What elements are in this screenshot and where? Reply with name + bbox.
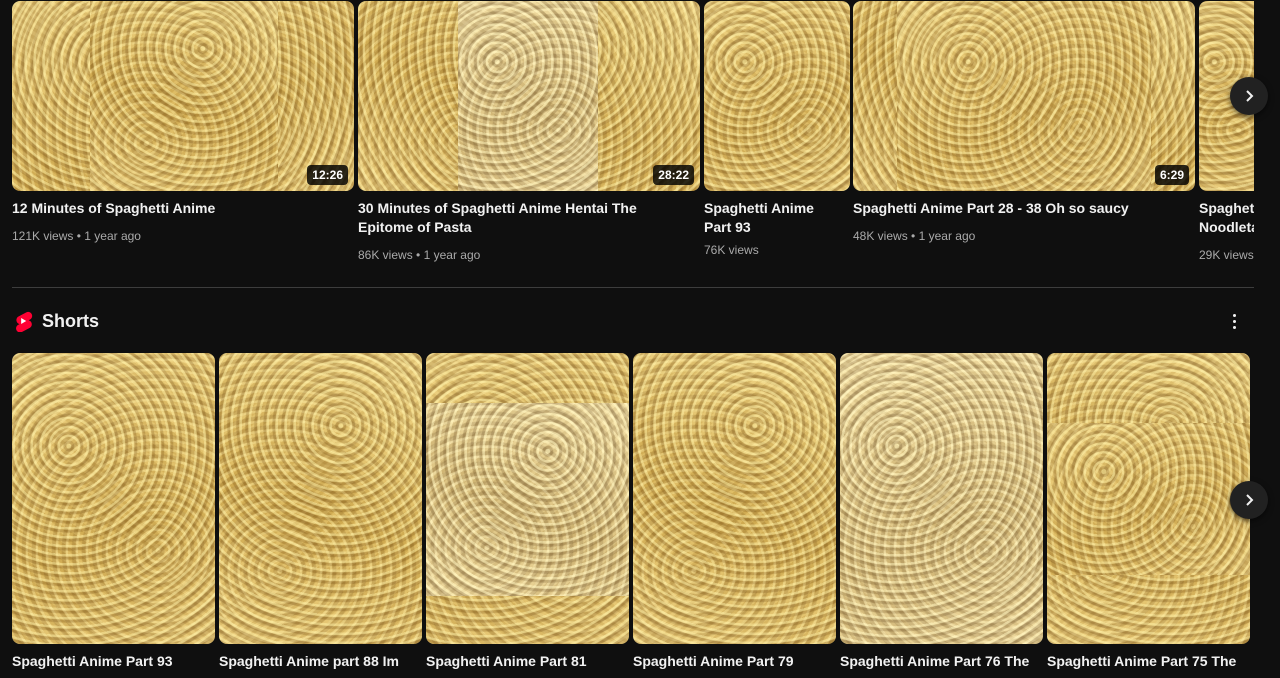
thumbnail-image <box>426 403 629 596</box>
duration-badge: 12:26 <box>307 165 348 185</box>
chevron-right-icon <box>1246 90 1254 102</box>
upload-age: 1 year ago <box>423 248 481 262</box>
short-title[interactable]: Spaghetti Anime Part 76 The <box>840 652 1040 671</box>
short-thumbnail[interactable] <box>12 353 215 644</box>
view-count: 48K views <box>853 229 908 243</box>
short-title[interactable]: Spaghetti Anime Part 93 <box>12 652 212 671</box>
video-meta: 76K views <box>704 242 759 258</box>
view-count: 76K views <box>704 243 759 257</box>
view-count: 121K views <box>12 229 74 243</box>
next-shorts-button[interactable] <box>1230 481 1268 519</box>
upload-age: 1 year ago <box>918 229 976 243</box>
video-thumbnail[interactable]: 28:22 <box>358 1 700 191</box>
video-title[interactable]: Spaghett Noodleta <box>1199 199 1254 237</box>
short-title[interactable]: Spaghetti Anime Part 79 <box>633 652 833 671</box>
meta-separator: • <box>416 248 421 262</box>
video-meta: 86K views • 1 year ago <box>358 247 480 263</box>
video-thumbnail[interactable] <box>704 1 850 191</box>
view-count: 86K views <box>358 248 413 262</box>
youtube-shorts-icon <box>16 311 33 332</box>
meta-separator: • <box>911 229 916 243</box>
upload-age: 1 year ago <box>84 229 141 243</box>
shorts-header: Shorts <box>12 308 99 334</box>
video-title[interactable]: Spaghetti Anime Part 28 - 38 Oh so saucy <box>853 199 1183 218</box>
thumbnail-image <box>90 1 278 191</box>
video-title[interactable]: 30 Minutes of Spaghetti Anime Hentai The… <box>358 199 688 237</box>
more-vert-icon[interactable] <box>1224 309 1244 333</box>
section-divider <box>12 287 1254 288</box>
video-thumbnail[interactable]: 6:29 <box>853 1 1195 191</box>
video-title[interactable]: Spaghetti Anime Part 93 <box>704 199 824 237</box>
video-meta: 121K views • 1 year ago <box>12 228 141 244</box>
shorts-section-title: Shorts <box>42 310 100 331</box>
next-videos-button[interactable] <box>1230 77 1268 115</box>
duration-badge: 28:22 <box>653 165 694 185</box>
video-thumbnail[interactable]: 12:26 <box>12 1 354 191</box>
short-thumbnail[interactable] <box>633 353 836 644</box>
short-thumbnail[interactable] <box>840 353 1043 644</box>
meta-separator: • <box>76 229 81 243</box>
short-title[interactable]: Spaghetti Anime part 88 Im <box>219 652 419 671</box>
duration-badge: 6:29 <box>1154 165 1189 185</box>
thumbnail-image <box>897 1 1151 191</box>
video-meta: 48K views • 1 year ago <box>853 228 975 244</box>
short-thumbnail[interactable] <box>219 353 422 644</box>
short-thumbnail[interactable] <box>1047 353 1250 644</box>
short-thumbnail[interactable] <box>426 353 629 644</box>
thumbnail-image <box>458 1 598 191</box>
short-title[interactable]: Spaghetti Anime Part 75 The <box>1047 652 1247 671</box>
view-count: 29K views <box>1199 248 1254 262</box>
chevron-right-icon <box>1246 494 1254 506</box>
thumbnail-image <box>1047 423 1250 575</box>
video-title[interactable]: 12 Minutes of Spaghetti Anime <box>12 199 342 218</box>
video-meta: 29K views <box>1199 247 1254 263</box>
short-title[interactable]: Spaghetti Anime Part 81 <box>426 652 626 671</box>
